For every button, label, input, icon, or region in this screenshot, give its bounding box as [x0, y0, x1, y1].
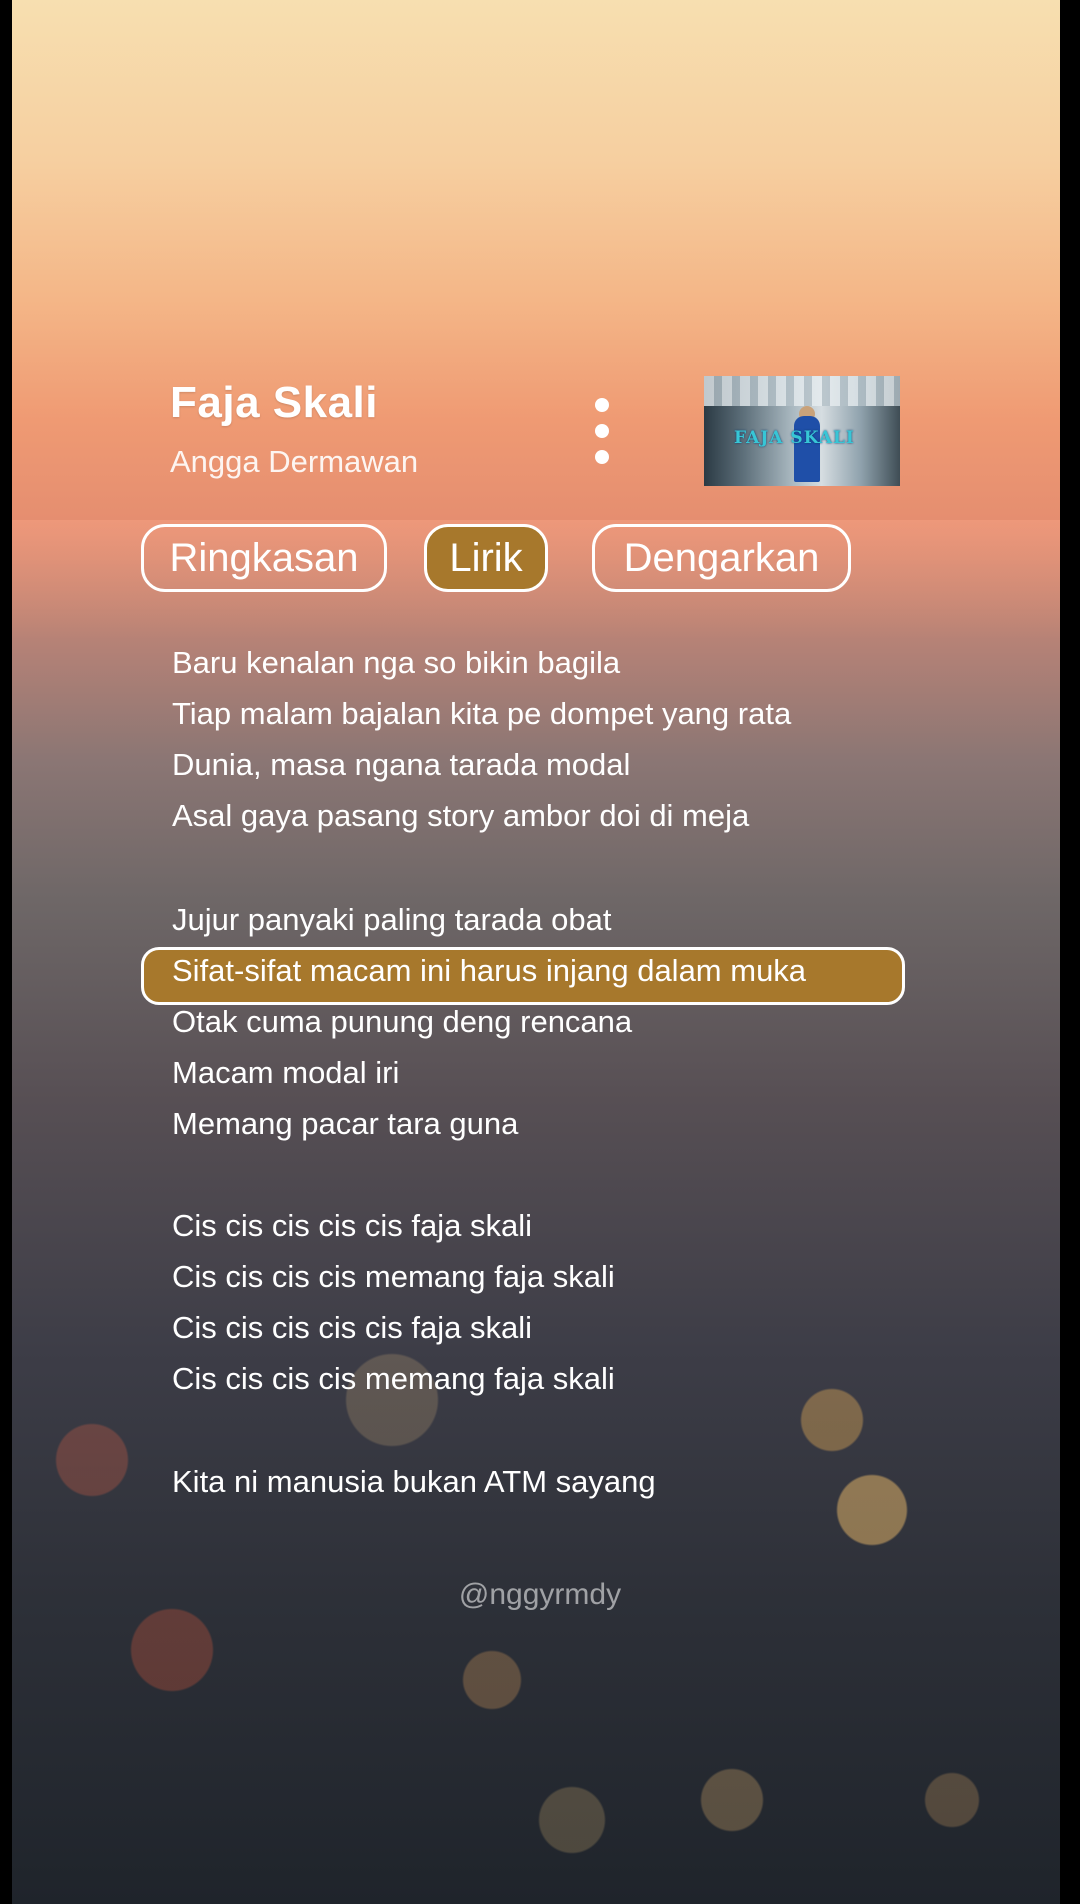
watermark: @nggyrmdy: [458, 1578, 622, 1611]
lyric-line[interactable]: Cis cis cis cis memang faja skali: [172, 1254, 615, 1300]
tab-dengarkan[interactable]: Dengarkan: [592, 524, 851, 592]
lyric-line[interactable]: Baru kenalan nga so bikin bagila: [172, 640, 620, 686]
lyric-line[interactable]: Otak cuma punung deng rencana: [172, 999, 632, 1045]
lyric-line[interactable]: Macam modal iri: [172, 1050, 399, 1096]
lyric-line[interactable]: Jujur panyaki paling tarada obat: [172, 897, 611, 943]
tab-ringkasan[interactable]: Ringkasan: [141, 524, 387, 592]
lyric-line[interactable]: Memang pacar tara guna: [172, 1101, 518, 1147]
dot: [595, 398, 609, 412]
artist-name: Angga Dermawan: [170, 444, 419, 479]
thumbnail-ceiling: [704, 376, 900, 406]
lyric-line[interactable]: Cis cis cis cis cis faja skali: [172, 1305, 532, 1351]
thumbnail-title-text: FAJA SKALI: [734, 428, 855, 448]
dot: [595, 424, 609, 438]
thumbnail-person: [794, 416, 820, 482]
lyric-line[interactable]: Tiap malam bajalan kita pe dompet yang r…: [172, 691, 791, 737]
song-thumbnail[interactable]: FAJA SKALI: [704, 376, 900, 486]
lyric-line-current[interactable]: Sifat-sifat macam ini harus injang dalam…: [172, 948, 806, 994]
lyric-line[interactable]: Cis cis cis cis cis faja skali: [172, 1203, 532, 1249]
lyric-line[interactable]: Dunia, masa ngana tarada modal: [172, 742, 630, 788]
tab-lirik[interactable]: Lirik: [424, 524, 548, 592]
lyric-line[interactable]: Kita ni manusia bukan ATM sayang: [172, 1459, 656, 1505]
lyric-line[interactable]: Cis cis cis cis memang faja skali: [172, 1356, 615, 1402]
lyrics-card: Faja Skali Angga Dermawan FAJA SKALI Rin…: [0, 0, 1080, 1904]
lyric-line[interactable]: Asal gaya pasang story ambor doi di meja: [172, 793, 749, 839]
dot: [595, 450, 609, 464]
more-options-icon[interactable]: [584, 398, 620, 464]
song-title: Faja Skali: [170, 378, 379, 427]
